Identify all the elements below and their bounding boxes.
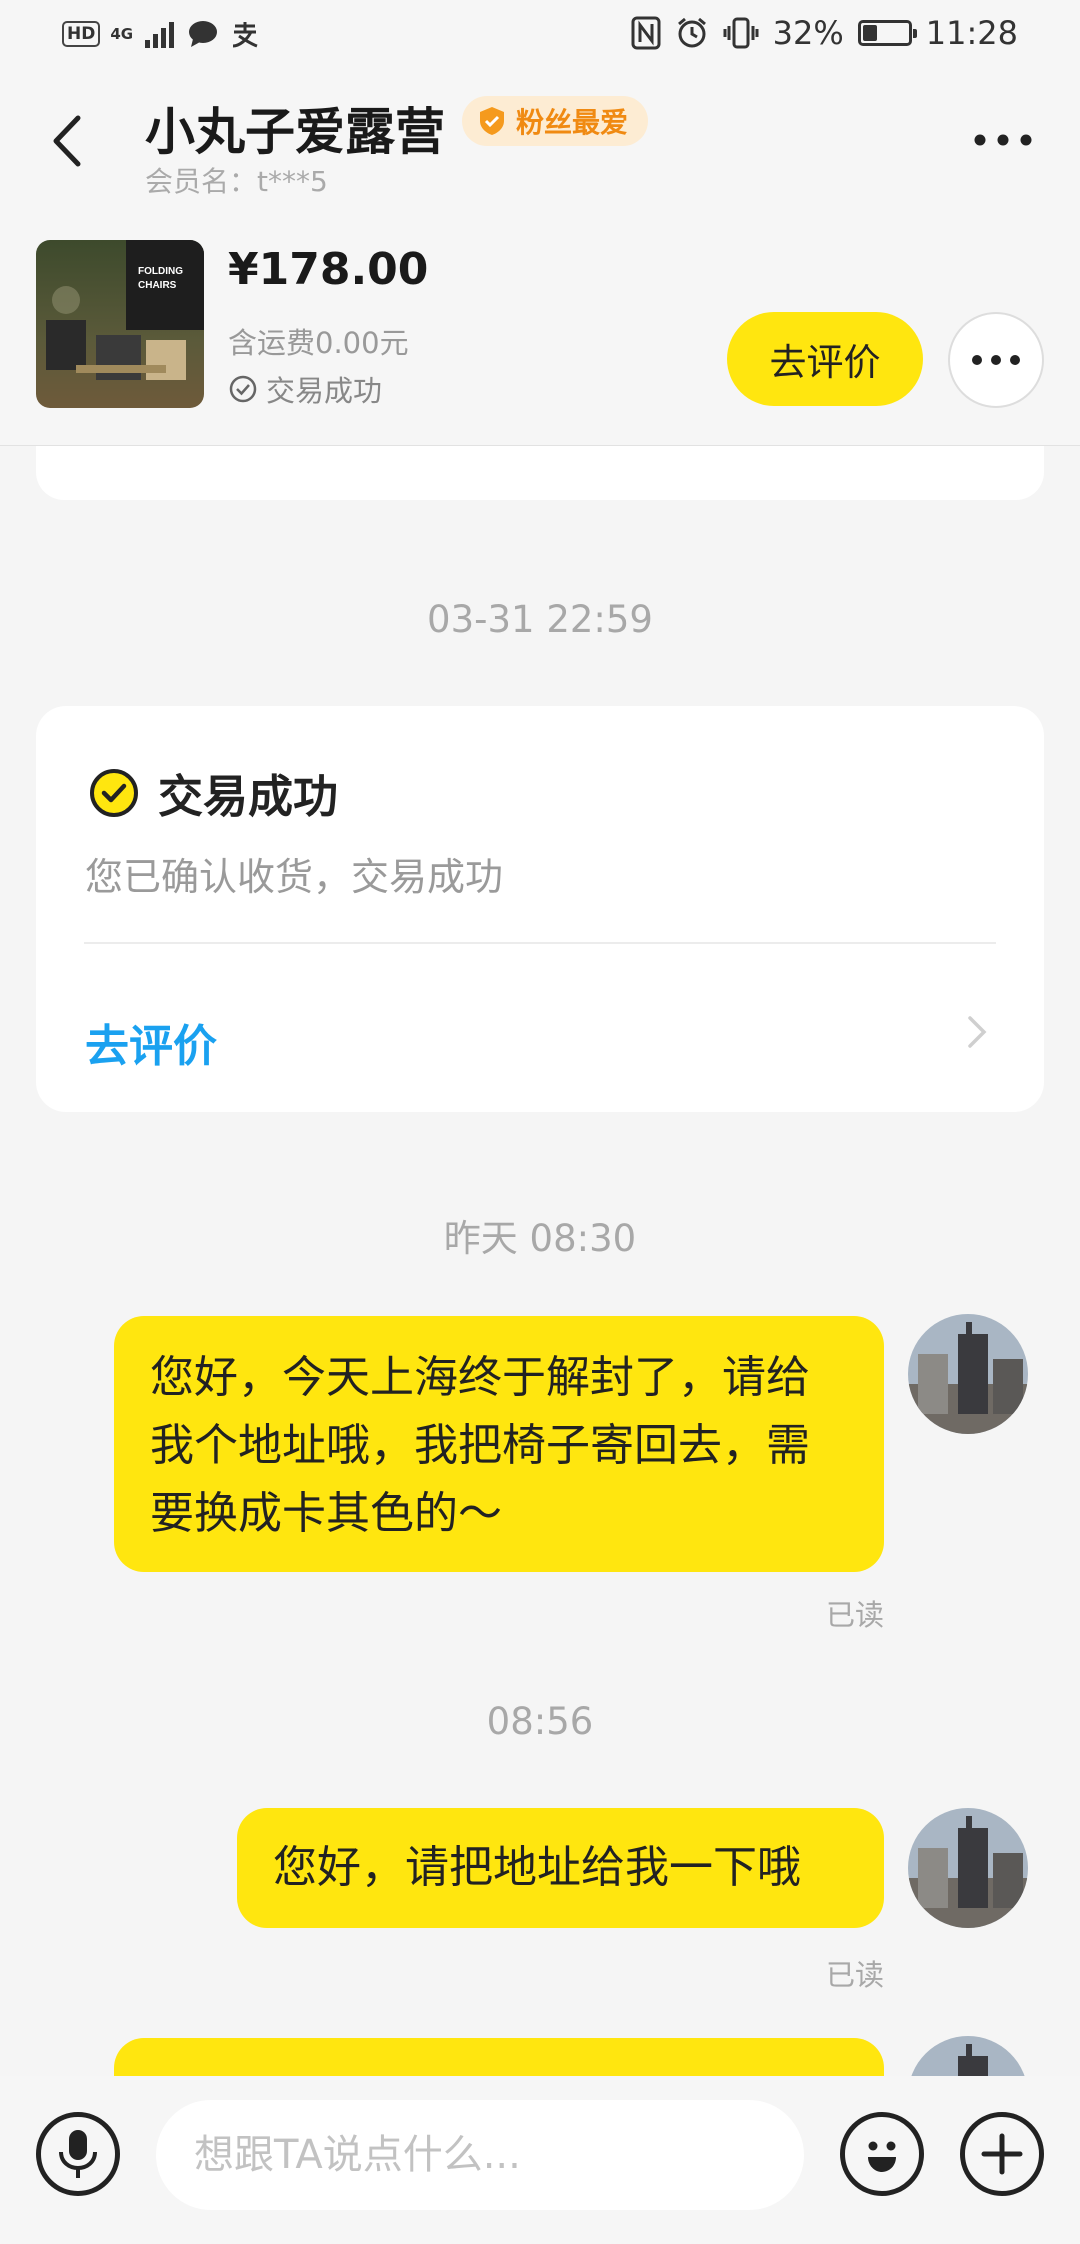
- thumb-text-1: FOLDING: [138, 266, 183, 277]
- avatar[interactable]: [908, 1808, 1028, 1928]
- camping-chairs-image: FOLDING CHAIRS: [36, 240, 204, 408]
- nfc-icon: [631, 16, 661, 50]
- chat-header: 小丸子爱露营 粉丝最爱 会员名：t***5: [0, 72, 1080, 224]
- order-status: 交易成功: [228, 368, 382, 410]
- shipping-info: 含运费0.00元: [228, 326, 409, 360]
- hd-indicator: HD: [62, 21, 101, 47]
- alipay-icon: [232, 22, 258, 48]
- avatar[interactable]: [908, 2036, 1028, 2076]
- order-summary: FOLDING CHAIRS ¥178.00 含运费0.00元 交易成功 去评价: [0, 224, 1080, 446]
- status-right: 32% 11:28: [631, 14, 1018, 52]
- signal-icon: [145, 22, 175, 48]
- seller-name: 小丸子爱露营: [145, 103, 445, 161]
- transaction-subtitle: 您已确认收货，交易成功: [85, 855, 504, 899]
- message-bubble-partial[interactable]: [114, 2038, 884, 2076]
- transaction-card: 交易成功 您已确认收货，交易成功 去评价: [36, 706, 1044, 1112]
- avatar-photo: [908, 1808, 1028, 1928]
- transaction-title-text: 交易成功: [158, 770, 339, 823]
- success-check-icon: [90, 768, 138, 817]
- input-bar: [0, 2076, 1080, 2244]
- thumb-text-2: CHAIRS: [138, 280, 177, 291]
- read-receipt: 已读: [826, 1598, 885, 1632]
- message-input[interactable]: [156, 2100, 804, 2210]
- previous-card-stub: [36, 446, 1044, 500]
- chevron-right-icon: [968, 1016, 987, 1048]
- message-bubble[interactable]: 您好，今天上海终于解封了，请给我个地址哦，我把椅子寄回去，需要换成卡其色的～: [114, 1316, 884, 1572]
- shield-check-icon: [480, 107, 504, 135]
- timestamp: 昨天 08:30: [443, 1217, 637, 1260]
- back-arrow-icon[interactable]: [40, 106, 94, 176]
- plus-icon: [981, 2133, 1023, 2175]
- review-button[interactable]: 去评价: [727, 312, 923, 406]
- message-bubble[interactable]: 您好，请把地址给我一下哦: [237, 1808, 884, 1928]
- order-price: ¥178.00: [228, 244, 429, 295]
- battery-percent: 32%: [772, 14, 844, 52]
- add-button[interactable]: [960, 2112, 1044, 2196]
- status-left: HD 4G: [62, 18, 261, 50]
- message-notification-icon: [189, 21, 218, 47]
- smiley-icon: [868, 2141, 896, 2172]
- go-review-link[interactable]: 去评价: [85, 1010, 217, 1074]
- chat-area[interactable]: 03-31 22:59 交易成功 您已确认收货，交易成功 去评价 昨天 08:3…: [0, 446, 1080, 2076]
- more-dots-icon: [972, 355, 1020, 365]
- read-receipt: 已读: [826, 1958, 885, 1992]
- avatar-photo: [908, 1314, 1028, 1434]
- transaction-card-title: 交易成功: [88, 760, 338, 825]
- timestamp: 03-31 22:59: [427, 598, 653, 641]
- order-more-button[interactable]: [948, 312, 1044, 408]
- voice-button[interactable]: [36, 2112, 120, 2196]
- vibrate-icon: [723, 17, 759, 49]
- fan-favorite-badge: 粉丝最爱: [462, 96, 649, 146]
- product-thumbnail[interactable]: FOLDING CHAIRS: [36, 240, 204, 408]
- member-name: 会员名：t***5: [145, 165, 328, 198]
- check-circle-icon: [229, 375, 257, 403]
- status-bar: HD 4G 32% 11:28: [0, 0, 1080, 72]
- clock: 11:28: [925, 14, 1018, 52]
- network-type: 4G: [110, 25, 134, 43]
- avatar[interactable]: [908, 1314, 1028, 1434]
- timestamp: 08:56: [486, 1700, 594, 1743]
- card-divider: [84, 942, 996, 944]
- avatar-photo: [908, 2036, 1028, 2076]
- battery-icon: [857, 20, 917, 46]
- microphone-icon: [59, 2130, 97, 2178]
- emoji-button[interactable]: [840, 2112, 924, 2196]
- order-status-label: 交易成功: [266, 374, 383, 408]
- alarm-icon: [677, 17, 706, 48]
- more-options-icon[interactable]: [972, 128, 1034, 152]
- badge-label: 粉丝最爱: [516, 106, 629, 139]
